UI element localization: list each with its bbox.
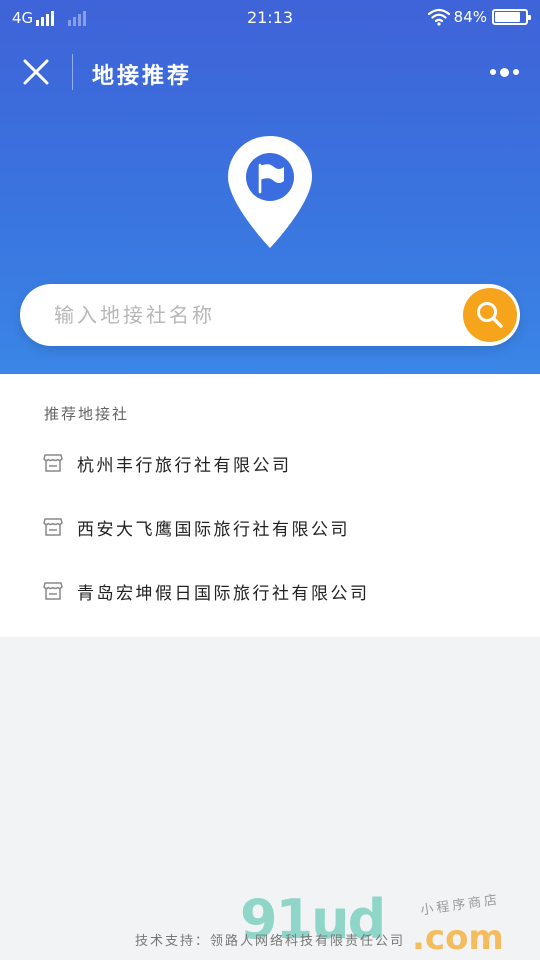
battery-icon (492, 9, 531, 25)
battery-percent: 84% (453, 8, 487, 26)
search-icon (477, 302, 503, 328)
list-item[interactable]: 杭州丰行旅行社有限公司 (0, 438, 540, 488)
agency-name: 杭州丰行旅行社有限公司 (77, 456, 292, 476)
search-bar (20, 284, 520, 346)
search-input[interactable] (54, 284, 454, 346)
close-button[interactable] (16, 52, 56, 92)
nav-divider (72, 54, 73, 90)
footer-credit: 技术支持：领路人网络科技有限责任公司 (134, 934, 405, 949)
battery-fill (495, 12, 521, 22)
more-dots-icon (489, 69, 496, 75)
shop-icon (43, 454, 63, 472)
watermark-caption: 小程序商店 (419, 892, 501, 919)
location-pin-flag-icon (228, 136, 312, 248)
status-bar: 4G 21:13 84% (0, 0, 540, 36)
more-dot-right (512, 69, 519, 75)
list-item[interactable]: 青岛宏坤假日国际旅行社有限公司 (0, 566, 540, 616)
agency-name: 西安大飞鹰国际旅行社有限公司 (77, 520, 350, 540)
shop-icon (43, 518, 63, 536)
recommend-panel: 推荐地接社 杭州丰行旅行社有限公司 西安大飞鹰国际旅行社有限公司 青岛宏坤假日国… (0, 374, 540, 637)
section-title: 推荐地接社 (44, 405, 130, 423)
agency-name: 青岛宏坤假日国际旅行社有限公司 (77, 584, 370, 604)
shop-icon (43, 582, 63, 600)
close-icon (23, 59, 49, 85)
wifi-icon (427, 8, 450, 26)
page-title: 地接推荐 (92, 64, 193, 89)
more-button[interactable] (482, 56, 526, 88)
battery-group: 84% (427, 8, 531, 26)
search-button[interactable] (463, 288, 517, 342)
more-dot-center (499, 67, 509, 77)
nav-bar: 地接推荐 (0, 46, 540, 98)
list-item[interactable]: 西安大飞鹰国际旅行社有限公司 (0, 502, 540, 552)
